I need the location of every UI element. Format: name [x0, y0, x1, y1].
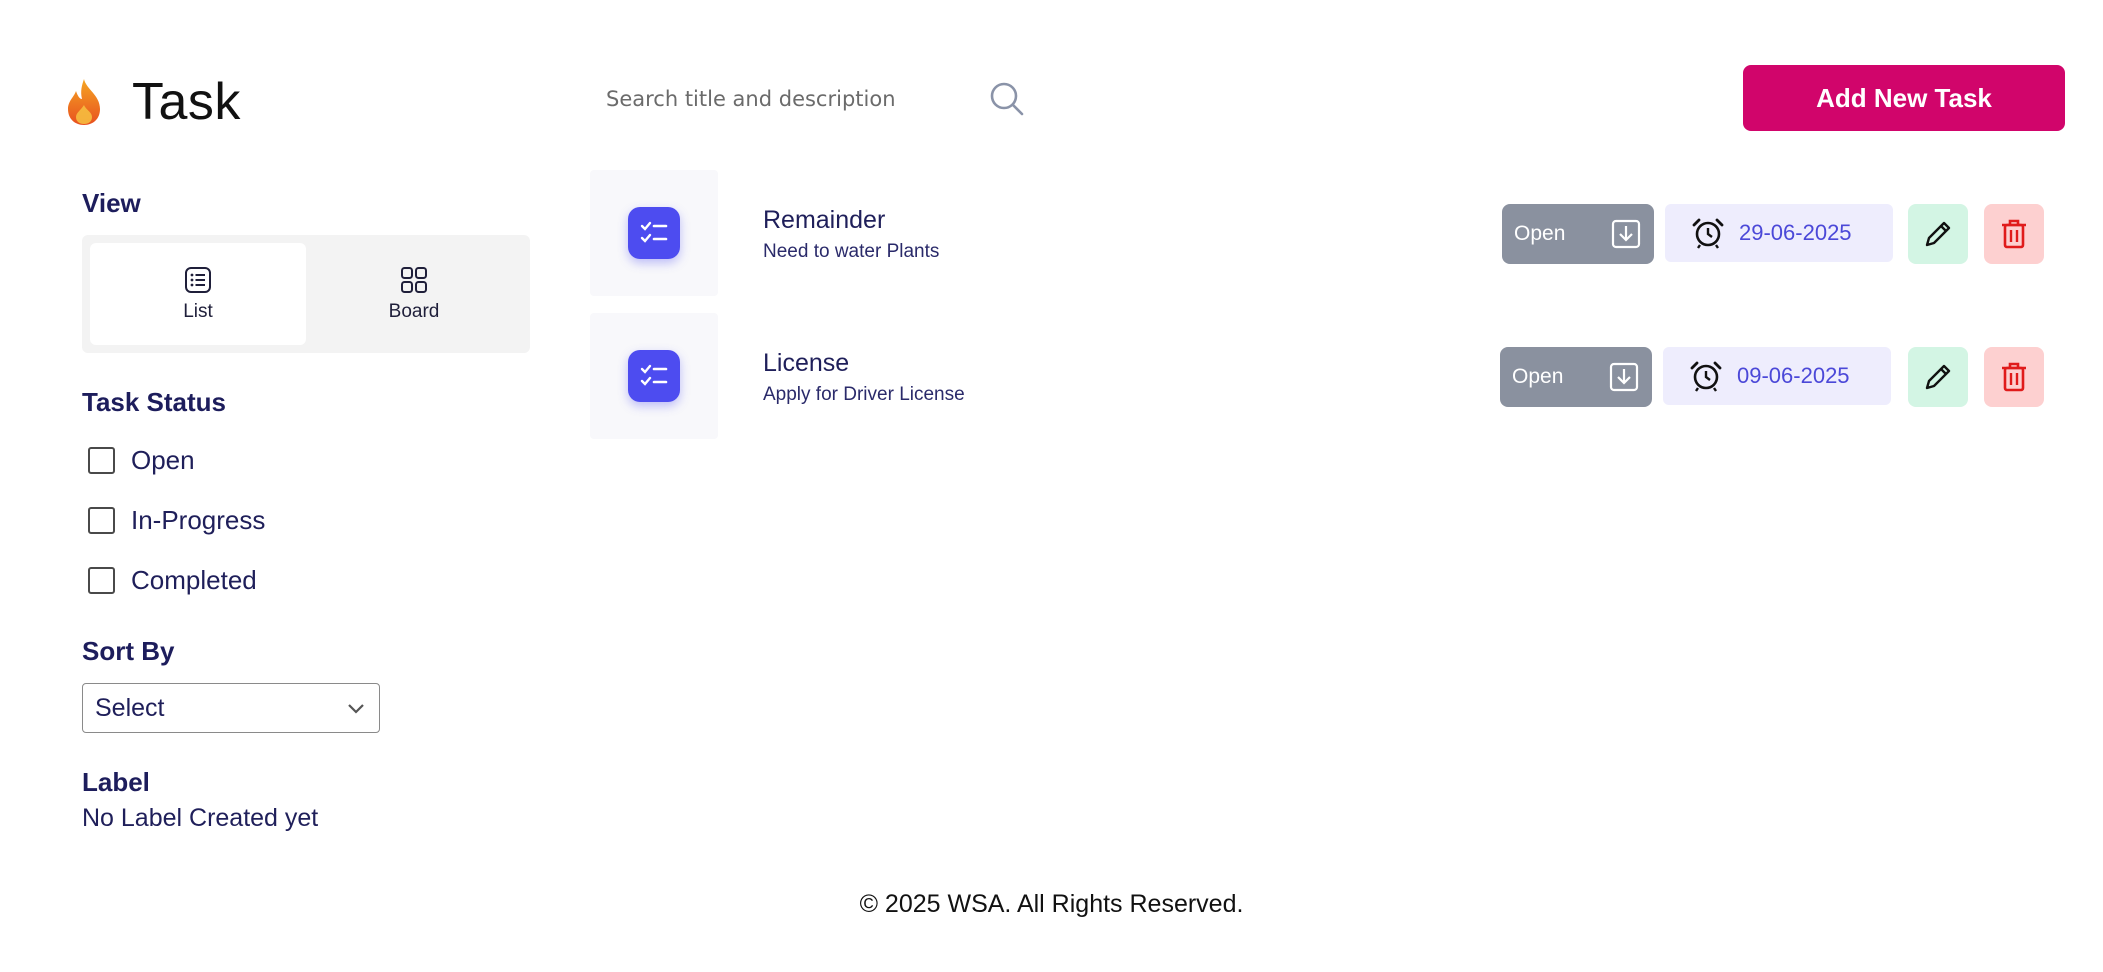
- task-text: Remainder Need to water Plants: [763, 206, 939, 263]
- sort-select[interactable]: Select: [82, 683, 380, 733]
- checkbox[interactable]: [88, 506, 115, 534]
- task-description: Apply for Driver License: [763, 384, 965, 405]
- app-logo: Task: [64, 72, 241, 132]
- checkbox[interactable]: [88, 566, 115, 594]
- view-option-label: Board: [388, 301, 440, 322]
- pencil-icon: [1925, 364, 1951, 390]
- flame-icon: [68, 79, 100, 125]
- sort-by-title: Sort By: [82, 636, 175, 666]
- label-empty-message: No Label Created yet: [82, 804, 319, 832]
- task-status-label: Open: [1514, 222, 1566, 245]
- grid-icon: [401, 267, 427, 293]
- due-date-badge: 09-06-2025: [1663, 347, 1891, 405]
- task-list-icon: [628, 350, 680, 402]
- download-icon: [1611, 219, 1641, 249]
- add-new-task-button[interactable]: Add New Task: [1743, 65, 2065, 131]
- task-icon-tile: [590, 313, 718, 439]
- edit-task-button[interactable]: [1908, 347, 1968, 407]
- due-date-badge: 29-06-2025: [1665, 204, 1893, 262]
- status-filter-in-progress[interactable]: In-Progress: [82, 490, 530, 550]
- search-input[interactable]: [606, 87, 976, 111]
- delete-task-button[interactable]: [1984, 204, 2044, 264]
- view-option-label: List: [183, 301, 213, 322]
- checkbox-label: Completed: [131, 564, 257, 595]
- app-title: Task: [132, 73, 241, 131]
- view-toggle: List Board: [82, 235, 530, 353]
- edit-task-button[interactable]: [1908, 204, 1968, 264]
- delete-task-button[interactable]: [1984, 347, 2044, 407]
- footer-copyright: © 2025 WSA. All Rights Reserved.: [859, 890, 1244, 918]
- due-date-text: 09-06-2025: [1737, 363, 1850, 388]
- list-icon: [185, 267, 211, 293]
- view-option-list[interactable]: List: [90, 243, 306, 345]
- task-icon-tile: [590, 170, 718, 296]
- view-option-board[interactable]: Board: [306, 243, 522, 345]
- download-icon: [1609, 362, 1639, 392]
- status-filter-open[interactable]: Open: [82, 430, 530, 490]
- status-filter-list: Open In-Progress Completed: [82, 430, 530, 610]
- task-title: License: [763, 349, 850, 377]
- label-section-title: Label: [82, 767, 150, 797]
- chevron-down-icon: [348, 704, 364, 714]
- trash-icon: [2002, 219, 2026, 249]
- alarm-clock-icon: [1690, 361, 1722, 392]
- task-list-icon: [628, 207, 680, 259]
- task-status-button[interactable]: Open: [1502, 204, 1654, 264]
- checkbox[interactable]: [88, 446, 115, 474]
- trash-icon: [2002, 362, 2026, 392]
- pencil-icon: [1925, 221, 1951, 247]
- checkbox-label: In-Progress: [131, 504, 266, 535]
- sidebar: View List Board Task Status Open In-Prog…: [82, 188, 530, 833]
- task-row: License Apply for Driver License Open 09…: [590, 313, 2044, 439]
- alarm-clock-icon: [1692, 218, 1724, 249]
- task-status-title: Task Status: [82, 387, 227, 417]
- task-status-label: Open: [1512, 365, 1564, 388]
- task-row: Remainder Need to water Plants Open 29-0…: [590, 170, 2044, 296]
- task-text: License Apply for Driver License: [763, 349, 965, 406]
- task-status-button[interactable]: Open: [1500, 347, 1652, 407]
- sort-select-value: Select: [95, 693, 165, 722]
- checkbox-label: Open: [131, 444, 195, 475]
- search-bar: [606, 74, 1026, 124]
- search-icon[interactable]: [988, 80, 1026, 118]
- task-description: Need to water Plants: [763, 241, 940, 262]
- due-date-text: 29-06-2025: [1739, 220, 1852, 245]
- status-filter-completed[interactable]: Completed: [82, 550, 530, 610]
- view-section-title: View: [82, 188, 141, 218]
- task-title: Remainder: [763, 206, 886, 234]
